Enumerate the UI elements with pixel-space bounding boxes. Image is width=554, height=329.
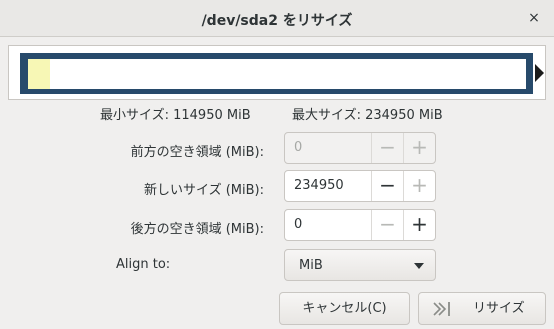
free-after-label: 後方の空き領域 (MiB): [130,222,264,237]
close-icon[interactable]: × [524,8,544,28]
align-to-dropdown[interactable]: MiB [284,249,436,281]
chevron-down-icon [414,263,424,269]
free-before-increment-button: + [403,133,435,163]
free-before-decrement-button: − [371,133,403,163]
new-size-spinner[interactable]: 234950 − + [284,170,436,202]
new-size-label: 新しいサイズ (MiB): [143,183,264,198]
free-before-spinner: 0 − + [284,132,436,164]
free-after-decrement-button: − [371,210,403,240]
resize-icon [433,302,450,316]
align-to-label: Align to: [116,257,171,272]
min-size-label: 最小サイズ: 114950 MiB [100,108,251,123]
new-size-value[interactable]: 234950 [294,178,344,193]
free-after-spinner[interactable]: 0 − + [284,209,436,241]
new-size-decrement-button[interactable]: − [371,171,403,201]
resize-button[interactable]: リサイズ [418,292,546,325]
new-size-increment-button: + [403,171,435,201]
free-after-increment-button[interactable]: + [403,210,435,240]
free-before-label: 前方の空き領域 (MiB): [130,145,264,160]
partition-visual [8,45,546,100]
cancel-button[interactable]: キャンセル(C) [279,292,410,325]
window-title: /dev/sda2 をリサイズ [201,13,353,29]
free-after-value[interactable]: 0 [294,217,302,232]
align-to-selected: MiB [299,258,323,273]
resize-button-label: リサイズ [473,301,525,316]
max-size-label: 最大サイズ: 234950 MiB [292,108,443,123]
partition-unused-space [50,59,526,89]
partition-used-space [28,59,50,89]
partition-bar[interactable] [20,53,533,94]
free-before-value: 0 [294,140,303,155]
title-bar: /dev/sda2 をリサイズ × [0,0,554,37]
resize-handle-icon[interactable] [535,64,544,82]
